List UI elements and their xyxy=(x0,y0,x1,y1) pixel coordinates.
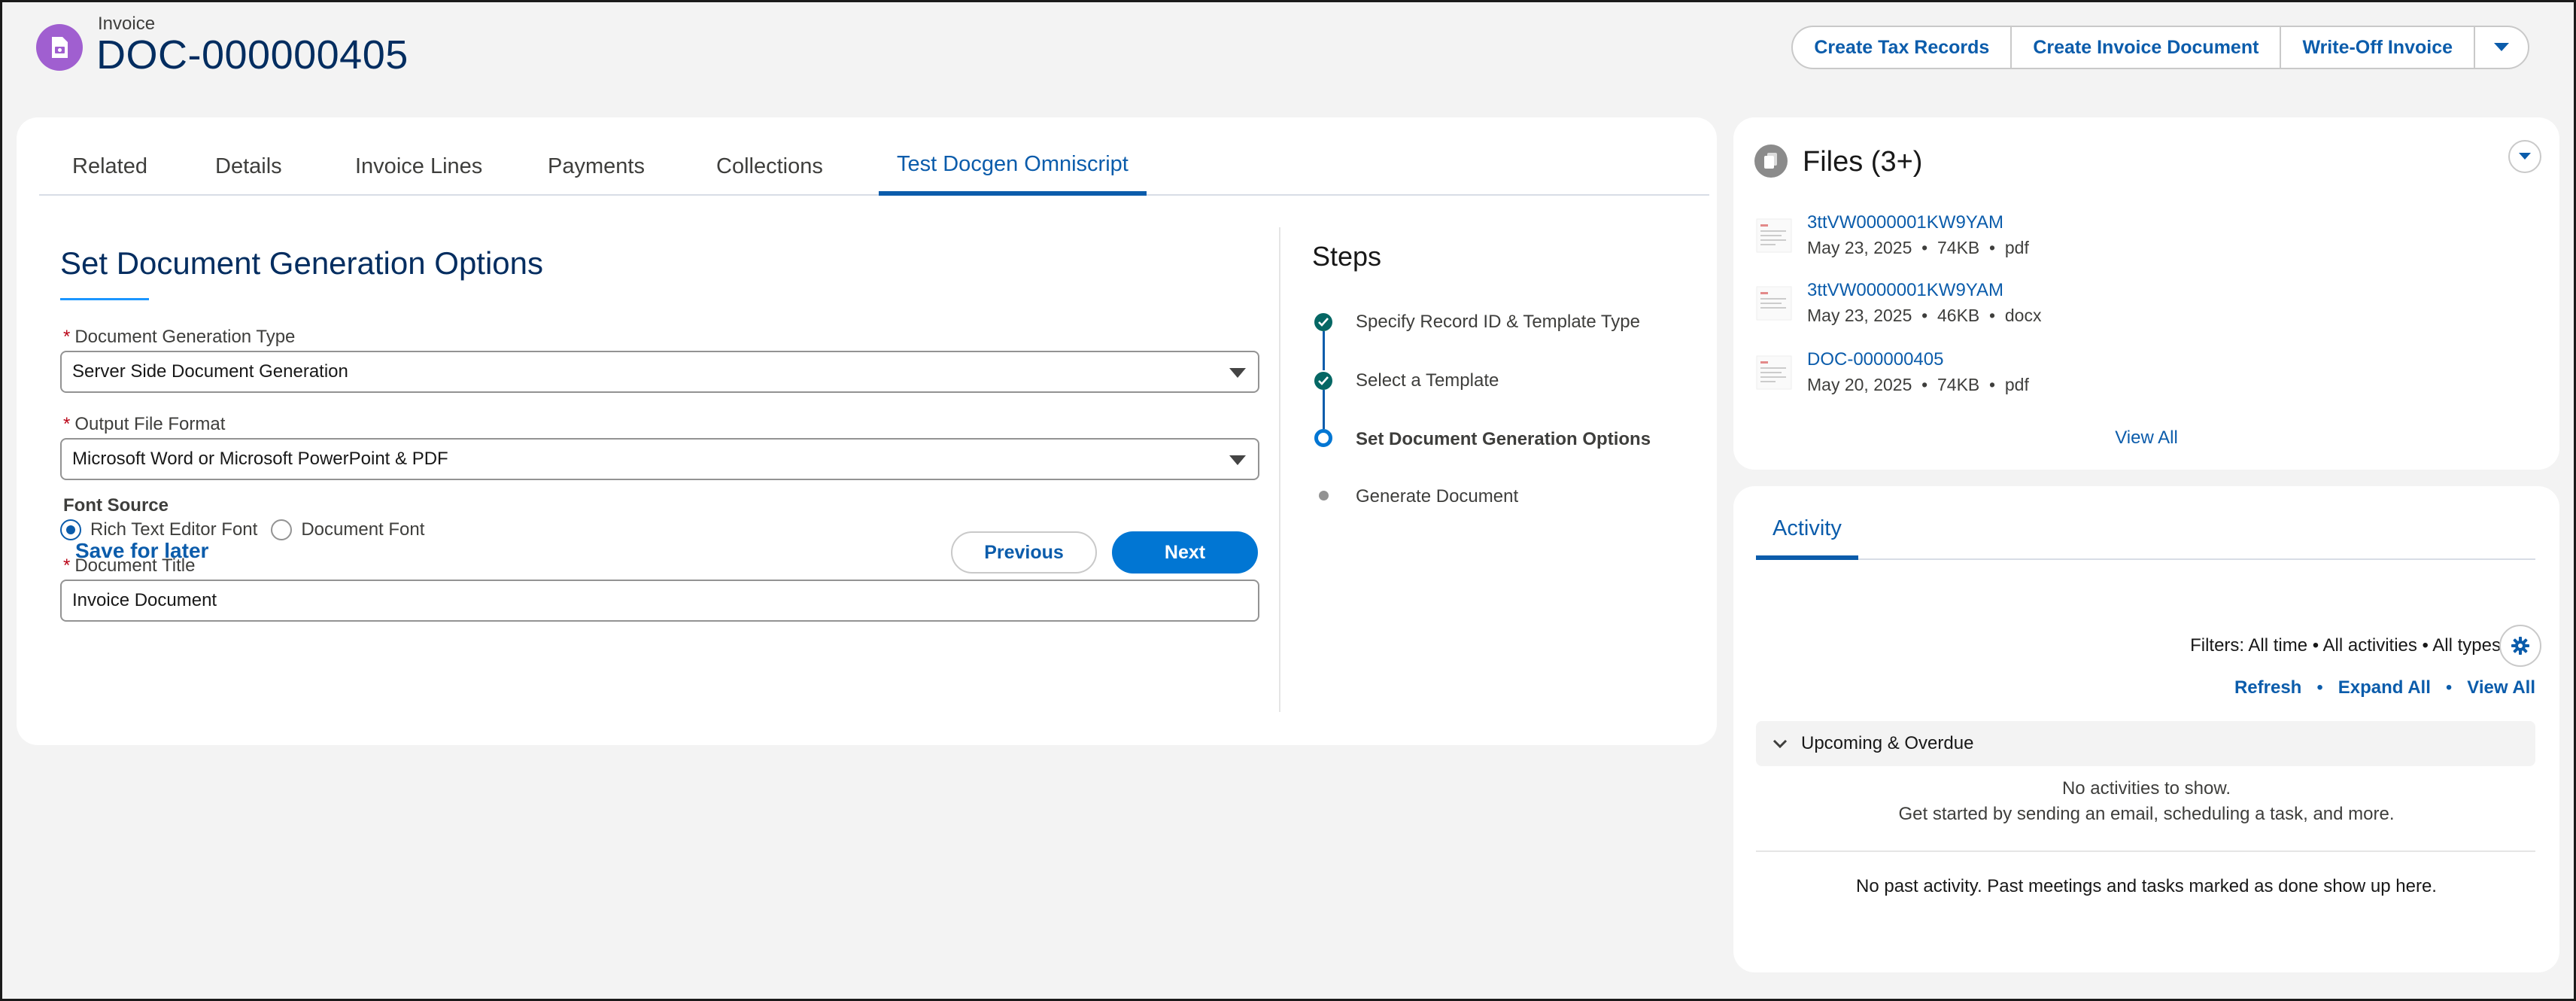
files-card: Files (3+) 3ttVW0000001KW9YAM May 23, 20… xyxy=(1733,117,2559,470)
doc-gen-type-select[interactable]: Server Side Document Generation xyxy=(60,351,1259,393)
step-pending-icon xyxy=(1319,491,1329,500)
step-complete-icon xyxy=(1314,372,1332,390)
step-label-current: Set Document Generation Options xyxy=(1356,429,1651,449)
gear-icon xyxy=(2511,637,2529,655)
font-source-radio-group: Rich Text Editor Font Document Font xyxy=(60,519,438,540)
steps-divider xyxy=(1279,227,1280,712)
invoice-document-icon xyxy=(36,24,83,71)
output-format-value: Microsoft Word or Microsoft PowerPoint &… xyxy=(72,449,448,469)
caret-down-icon xyxy=(2494,43,2509,51)
radio-document-font[interactable] xyxy=(271,519,293,540)
write-off-invoice-button[interactable]: Write-Off Invoice xyxy=(2281,27,2475,68)
required-marker: * xyxy=(63,327,71,347)
tab-invoice-lines[interactable]: Invoice Lines xyxy=(337,137,500,196)
files-menu-button[interactable] xyxy=(2508,140,2541,173)
select-caret-icon xyxy=(1229,368,1246,378)
record-tabs: Related Details Invoice Lines Payments C… xyxy=(39,137,1709,196)
required-marker: * xyxy=(63,414,71,434)
activity-card: Activity Filters: All time • All activit… xyxy=(1733,486,2559,972)
radio-rich-text-editor-font[interactable] xyxy=(60,519,81,540)
output-format-label: * Output File Format xyxy=(63,414,226,434)
activity-links: Refresh • Expand All • View All xyxy=(2234,677,2535,698)
file-item[interactable]: DOC-000000405 May 20, 2025 • 74KB • pdf xyxy=(1756,349,2508,402)
files-icon xyxy=(1754,145,1788,178)
step-label: Select a Template xyxy=(1356,370,1499,391)
file-item[interactable]: 3ttVW0000001KW9YAM May 23, 2025 • 74KB •… xyxy=(1756,212,2508,265)
activity-expand-all-link[interactable]: Expand All xyxy=(2338,677,2431,698)
upcoming-overdue-label: Upcoming & Overdue xyxy=(1801,733,1974,753)
file-item[interactable]: 3ttVW0000001KW9YAM May 23, 2025 • 46KB •… xyxy=(1756,280,2508,333)
step-connector xyxy=(1323,390,1325,429)
activity-tabs: Activity xyxy=(1756,516,2535,560)
file-thumbnail-icon xyxy=(1756,355,1792,390)
record-title: DOC-000000405 xyxy=(96,32,409,78)
chevron-down-icon xyxy=(1773,739,1788,749)
no-activities-text: No activities to show. xyxy=(2061,778,2231,799)
file-meta: May 23, 2025 • 46KB • docx xyxy=(1807,306,2042,325)
step-label: Specify Record ID & Template Type xyxy=(1356,312,1640,332)
past-activity-text: No past activity. Past meetings and task… xyxy=(1856,876,2437,896)
radio-label: Document Font xyxy=(301,519,425,540)
main-card: Related Details Invoice Lines Payments C… xyxy=(17,117,1717,745)
activity-divider xyxy=(1756,850,2535,852)
create-tax-records-button[interactable]: Create Tax Records xyxy=(1793,27,2012,68)
upcoming-overdue-section[interactable]: Upcoming & Overdue xyxy=(1756,721,2535,766)
file-name-link[interactable]: 3ttVW0000001KW9YAM xyxy=(1807,212,2003,233)
required-marker: * xyxy=(63,555,71,576)
activity-filters: Filters: All time • All activities • All… xyxy=(2190,635,2501,656)
get-started-text: Get started by sending an email, schedul… xyxy=(1898,804,2395,824)
header-action-group: Create Tax Records Create Invoice Docume… xyxy=(1791,26,2529,69)
doc-title-input[interactable] xyxy=(60,580,1259,622)
files-title[interactable]: Files (3+) xyxy=(1803,146,1922,178)
output-format-select[interactable]: Microsoft Word or Microsoft PowerPoint &… xyxy=(60,438,1259,480)
record-header: Invoice DOC-000000405 Create Tax Records… xyxy=(0,0,2576,113)
file-name-link[interactable]: DOC-000000405 xyxy=(1807,349,1943,370)
create-invoice-document-button[interactable]: Create Invoice Document xyxy=(2012,27,2282,68)
tab-related[interactable]: Related xyxy=(54,137,166,196)
caret-down-icon xyxy=(2519,153,2531,160)
next-button[interactable]: Next xyxy=(1112,531,1258,574)
doc-gen-type-label: * Document Generation Type xyxy=(63,327,296,347)
more-actions-button[interactable] xyxy=(2475,27,2528,68)
step-current-icon xyxy=(1314,429,1332,447)
activity-refresh-link[interactable]: Refresh xyxy=(2234,677,2301,698)
file-thumbnail-icon xyxy=(1756,218,1792,253)
file-name-link[interactable]: 3ttVW0000001KW9YAM xyxy=(1807,280,2003,301)
tab-activity[interactable]: Activity xyxy=(1756,516,1858,560)
tab-test-docgen-omniscript[interactable]: Test Docgen Omniscript xyxy=(879,137,1147,196)
tab-details[interactable]: Details xyxy=(197,137,300,196)
step-connector xyxy=(1323,331,1325,370)
save-for-later-link[interactable]: Save for later xyxy=(75,539,208,563)
doc-gen-type-value: Server Side Document Generation xyxy=(72,361,348,382)
select-caret-icon xyxy=(1229,455,1246,465)
tab-collections[interactable]: Collections xyxy=(698,137,841,196)
files-view-all-link[interactable]: View All xyxy=(1733,427,2559,449)
form-title: Set Document Generation Options xyxy=(60,245,544,281)
radio-label: Rich Text Editor Font xyxy=(90,519,258,540)
previous-button[interactable]: Previous xyxy=(951,531,1097,574)
font-source-label: Font Source xyxy=(63,495,169,516)
file-meta: May 23, 2025 • 74KB • pdf xyxy=(1807,238,2029,257)
steps-title: Steps xyxy=(1312,241,1382,272)
step-complete-icon xyxy=(1314,313,1332,331)
file-thumbnail-icon xyxy=(1756,286,1792,321)
activity-view-all-link[interactable]: View All xyxy=(2467,677,2535,698)
activity-settings-button[interactable] xyxy=(2499,625,2541,667)
form-title-underline xyxy=(60,298,149,300)
file-meta: May 20, 2025 • 74KB • pdf xyxy=(1807,375,2029,394)
tab-payments[interactable]: Payments xyxy=(530,137,663,196)
step-label: Generate Document xyxy=(1356,486,1519,507)
